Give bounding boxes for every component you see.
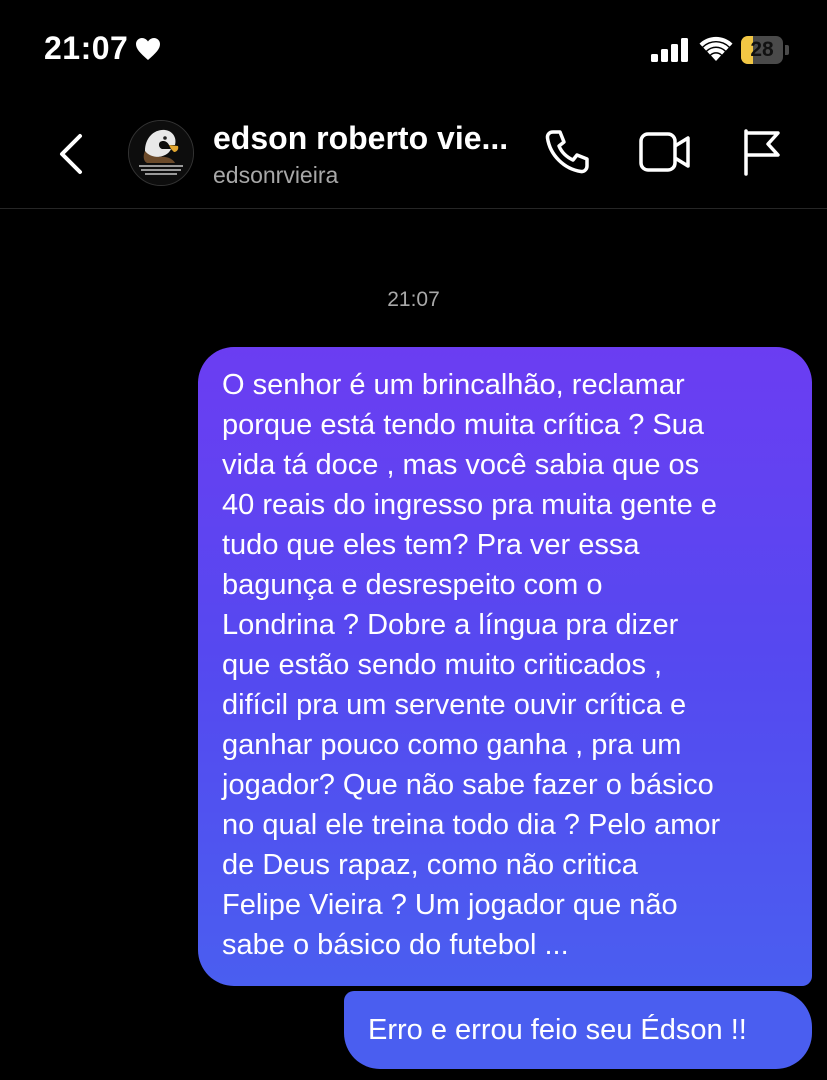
phone-icon[interactable] [542, 127, 592, 177]
video-camera-icon[interactable] [638, 130, 692, 174]
dm-chat-screen: 21:07 28 edson roberto vie... edsonrviei… [0, 0, 827, 1080]
flag-icon[interactable] [740, 127, 784, 177]
sent-message-bubble[interactable]: Erro e errou feio seu Édson !! [344, 991, 812, 1069]
avatar[interactable] [128, 120, 194, 186]
contact-username[interactable]: edsonrvieira [213, 162, 338, 189]
battery-body: 28 [741, 36, 783, 64]
message-timestamp: 21:07 [387, 288, 440, 311]
signal-icon [651, 38, 688, 62]
status-bar: 21:07 28 [0, 0, 827, 100]
wifi-icon [699, 36, 733, 61]
battery-indicator: 28 [741, 36, 783, 64]
chat-header: edson roberto vie... edsonrvieira [0, 100, 827, 209]
battery-level: 28 [750, 38, 774, 61]
contact-name[interactable]: edson roberto vie... [213, 120, 508, 157]
status-time: 21:07 [44, 30, 129, 66]
back-button[interactable] [52, 130, 92, 178]
heart-icon [136, 38, 160, 60]
battery-tip [785, 45, 789, 55]
eagle-avatar-image [129, 121, 193, 185]
sent-message-bubble[interactable]: O senhor é um brincalhão, reclamar porqu… [198, 347, 812, 986]
